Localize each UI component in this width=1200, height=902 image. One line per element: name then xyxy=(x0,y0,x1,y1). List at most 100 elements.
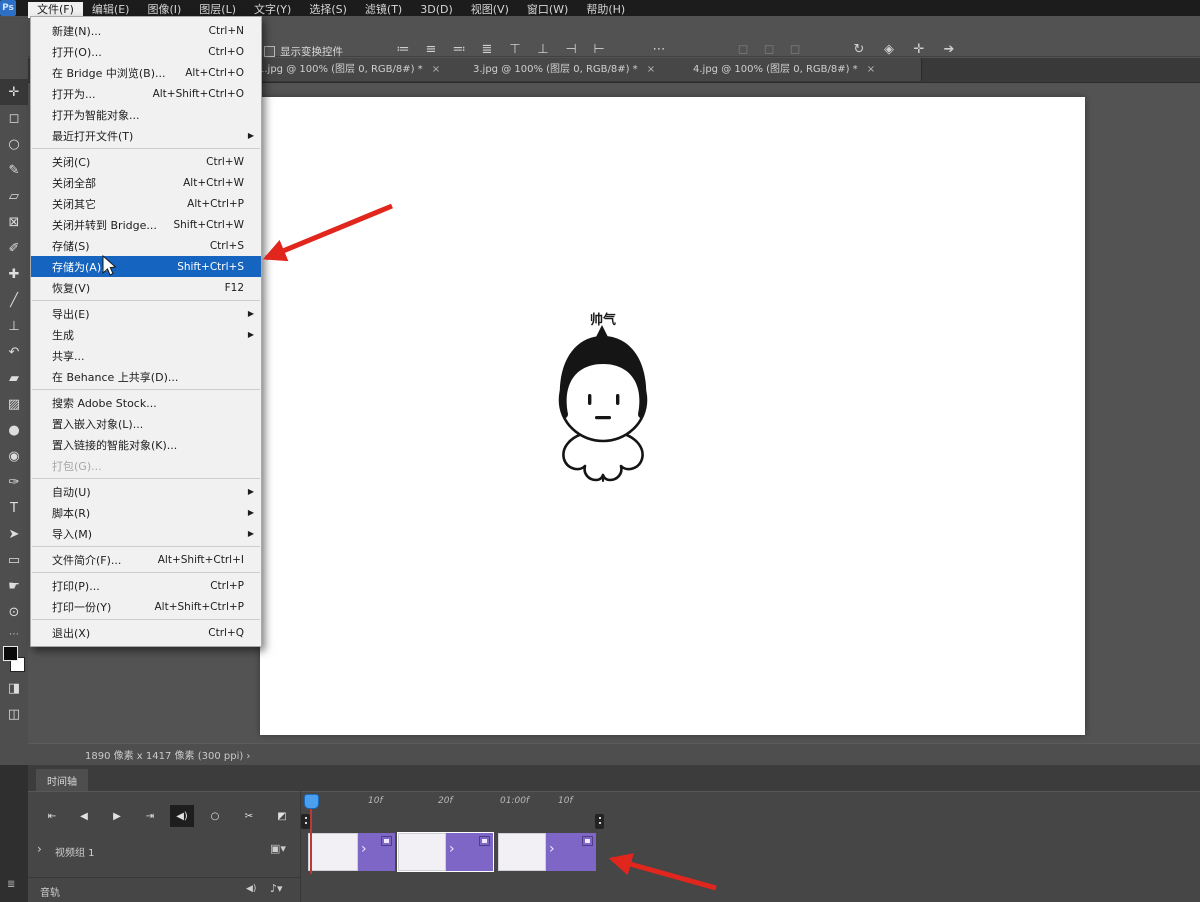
first-frame-button[interactable]: ⇤ xyxy=(40,805,64,827)
healing-brush-tool[interactable]: ✚ xyxy=(0,261,28,287)
file-menu-item[interactable]: 搜索 Adobe Stock... xyxy=(31,392,261,413)
workspace-icon-0[interactable]: ↻ xyxy=(848,42,870,57)
path-selection-tool[interactable]: ➤ xyxy=(0,521,28,547)
quick-selection-tool[interactable]: ✎ xyxy=(0,157,28,183)
document-tab-3[interactable]: 4.jpg @ 100% (图层 0, RGB/8#) *× xyxy=(685,58,922,81)
work-area-end-handle[interactable] xyxy=(595,814,604,829)
align-icon-1[interactable]: ≡ xyxy=(420,42,442,57)
tab-close-icon[interactable]: × xyxy=(432,64,440,75)
history-brush-tool[interactable]: ↶ xyxy=(0,339,28,365)
file-menu-item[interactable]: 关闭其它Alt+Ctrl+P xyxy=(31,193,261,214)
screen-mode-button[interactable]: ◫ xyxy=(0,701,28,727)
video-clip-1[interactable]: › xyxy=(308,833,395,871)
file-menu-item[interactable]: 脚本(R)▶ xyxy=(31,502,261,523)
type-tool[interactable]: T xyxy=(0,495,28,521)
file-menu-item[interactable]: 导入(M)▶ xyxy=(31,523,261,544)
align-icon-4[interactable]: ⊤ xyxy=(504,42,526,57)
crop-tool[interactable]: ▱ xyxy=(0,183,28,209)
file-menu-item[interactable]: 导出(E)▶ xyxy=(31,303,261,324)
move-tool[interactable]: ✛ xyxy=(0,79,28,105)
menubar-item-3DD[interactable]: 3D(D) xyxy=(411,2,462,18)
video-track-menu-icon[interactable]: ▣▾ xyxy=(270,842,286,855)
file-menu-item[interactable]: 打印(P)...Ctrl+P xyxy=(31,575,261,596)
menubar-item-W[interactable]: 窗口(W) xyxy=(518,2,577,18)
panel-menu-icon[interactable]: ≣ xyxy=(7,879,15,890)
align-icon-2[interactable]: ≕ xyxy=(448,42,470,57)
video-track-disclosure[interactable]: › xyxy=(37,842,42,856)
edit-toolbar-button[interactable]: ⋯ xyxy=(0,625,28,643)
file-menu-item[interactable]: 在 Bridge 中浏览(B)...Alt+Ctrl+O xyxy=(31,62,261,83)
frame-tool[interactable]: ⊠ xyxy=(0,209,28,235)
file-menu-item-save-as[interactable]: 存储为(A)...Shift+Ctrl+S xyxy=(31,256,261,277)
prev-frame-button[interactable]: ◀ xyxy=(72,805,96,827)
file-menu-item[interactable]: 恢复(V)F12 xyxy=(31,277,261,298)
file-menu-item[interactable]: 置入链接的智能对象(K)... xyxy=(31,434,261,455)
quick-mask-button[interactable]: ◨ xyxy=(0,675,28,701)
tab-close-icon[interactable]: × xyxy=(867,64,875,75)
show-transform-checkbox[interactable] xyxy=(264,46,275,57)
tab-close-icon[interactable]: × xyxy=(647,64,655,75)
file-menu-item[interactable]: 关闭(C)Ctrl+W xyxy=(31,151,261,172)
menubar-item-S[interactable]: 选择(S) xyxy=(300,2,356,18)
file-menu-item[interactable]: 置入嵌入对象(L)... xyxy=(31,413,261,434)
transition-button[interactable]: ◩ xyxy=(270,805,294,827)
play-button[interactable]: ▶ xyxy=(105,805,129,827)
file-menu-item[interactable]: 打印一份(Y)Alt+Shift+Ctrl+P xyxy=(31,596,261,617)
file-menu-item[interactable]: 关闭并转到 Bridge...Shift+Ctrl+W xyxy=(31,214,261,235)
dodge-tool[interactable]: ◉ xyxy=(0,443,28,469)
video-clip-3[interactable]: › xyxy=(498,833,596,871)
lasso-tool[interactable]: ○ xyxy=(0,131,28,157)
align-icon-5[interactable]: ⊥ xyxy=(532,42,554,57)
more-options-icon[interactable]: ⋯ xyxy=(648,42,670,57)
hand-tool[interactable]: ☛ xyxy=(0,573,28,599)
workspace-icon-1[interactable]: ◈ xyxy=(878,42,900,57)
eraser-tool[interactable]: ▰ xyxy=(0,365,28,391)
file-menu-item[interactable]: 打开为智能对象... xyxy=(31,104,261,125)
brush-tool[interactable]: ╱ xyxy=(0,287,28,313)
split-clip-button[interactable]: ✂ xyxy=(237,805,261,827)
gradient-tool[interactable]: ▨ xyxy=(0,391,28,417)
file-menu-item[interactable]: 存储(S)Ctrl+S xyxy=(31,235,261,256)
render-settings-button[interactable]: ○ xyxy=(203,805,227,827)
align-icon-7[interactable]: ⊢ xyxy=(588,42,610,57)
document-tab-2[interactable]: 3.jpg @ 100% (图层 0, RGB/8#) *× xyxy=(465,58,702,81)
file-menu-item[interactable]: 在 Behance 上共享(D)... xyxy=(31,366,261,387)
file-menu-item[interactable]: 自动(U)▶ xyxy=(31,481,261,502)
foreground-color-swatch[interactable] xyxy=(3,646,18,661)
file-menu-item[interactable]: 打开为...Alt+Shift+Ctrl+O xyxy=(31,83,261,104)
zoom-tool[interactable]: ⊙ xyxy=(0,599,28,625)
color-swatches[interactable] xyxy=(0,643,28,675)
menubar-item-V[interactable]: 视图(V) xyxy=(462,2,518,18)
playhead-handle[interactable] xyxy=(304,794,319,809)
next-frame-button[interactable]: ⇥ xyxy=(138,805,162,827)
file-menu-item[interactable]: 打开(O)...Ctrl+O xyxy=(31,41,261,62)
file-menu-item[interactable]: 最近打开文件(T)▶ xyxy=(31,125,261,146)
eyedropper-tool[interactable]: ✐ xyxy=(0,235,28,261)
document-tab-1[interactable]: 1.jpg @ 100% (图层 0, RGB/8#) *× xyxy=(250,58,482,81)
document-size-status[interactable]: 1890 像素 x 1417 像素 (300 ppi) › xyxy=(85,747,250,762)
file-menu-item[interactable]: 生成▶ xyxy=(31,324,261,345)
file-menu-item[interactable]: 文件简介(F)...Alt+Shift+Ctrl+I xyxy=(31,549,261,570)
pen-tool[interactable]: ✑ xyxy=(0,469,28,495)
menubar-item-H[interactable]: 帮助(H) xyxy=(577,2,634,18)
file-menu-item[interactable]: 关闭全部Alt+Ctrl+W xyxy=(31,172,261,193)
file-menu-item[interactable]: 退出(X)Ctrl+Q xyxy=(31,622,261,643)
workspace-icon-2[interactable]: ✛ xyxy=(908,42,930,57)
rectangle-tool[interactable]: ▭ xyxy=(0,547,28,573)
file-menu-item[interactable]: 共享... xyxy=(31,345,261,366)
mute-audio-button[interactable]: ◀) xyxy=(170,805,194,827)
align-icon-6[interactable]: ⊣ xyxy=(560,42,582,57)
menubar-item-T[interactable]: 滤镜(T) xyxy=(356,2,411,18)
file-menu-item[interactable]: 新建(N)...Ctrl+N xyxy=(31,20,261,41)
file-menu-item[interactable]: 打包(G)... xyxy=(31,455,261,476)
align-icon-0[interactable]: ≔ xyxy=(392,42,414,57)
clone-stamp-tool[interactable]: ⊥ xyxy=(0,313,28,339)
align-icon-3[interactable]: ≣ xyxy=(476,42,498,57)
rectangular-marquee-tool[interactable]: ◻ xyxy=(0,105,28,131)
audio-mute-icon[interactable]: ◀) xyxy=(246,884,256,894)
audio-track-menu-icon[interactable]: ♪▾ xyxy=(270,882,283,895)
blur-tool[interactable]: ● xyxy=(0,417,28,443)
work-area-start-handle[interactable] xyxy=(301,814,310,829)
video-clip-2[interactable]: › xyxy=(398,833,493,871)
canvas-area[interactable] xyxy=(260,97,1085,735)
